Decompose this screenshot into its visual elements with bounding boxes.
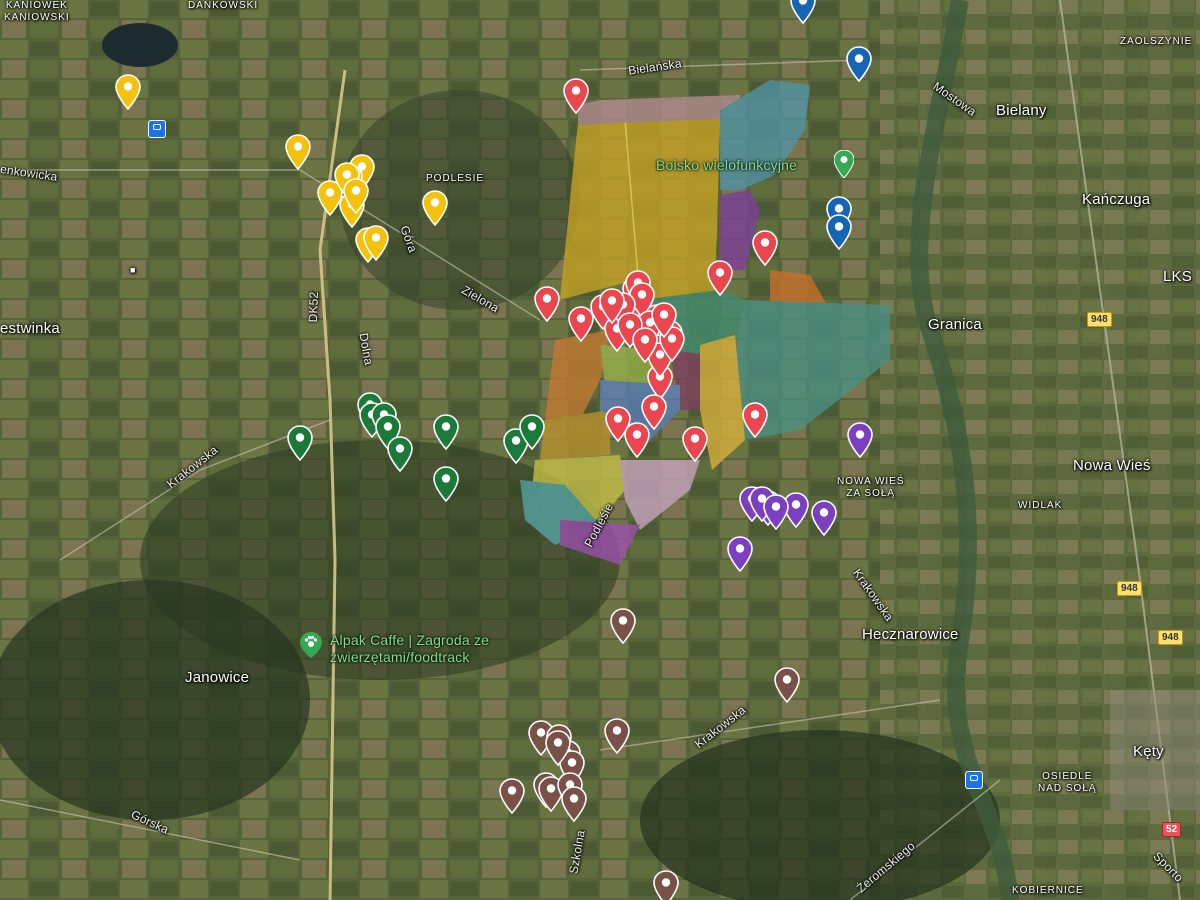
map-pin-icon	[826, 214, 852, 250]
map-pin-icon	[624, 422, 650, 458]
map-pin-icon	[563, 78, 589, 114]
map-pin-icon	[433, 414, 459, 450]
road-shield-948: 948	[1158, 630, 1183, 645]
place-label-widlak: WIDLAK	[1018, 500, 1063, 511]
place-label-kanczuga: Kańczuga	[1082, 191, 1151, 208]
map-pin-icon	[846, 46, 872, 82]
map-marker-purple[interactable]	[811, 500, 837, 536]
map-marker-yellow[interactable]	[422, 190, 448, 226]
map-pin-icon	[742, 402, 768, 438]
place-label-granica: Granica	[928, 316, 982, 333]
map-pin-icon	[499, 778, 525, 814]
map-marker-brown[interactable]	[561, 786, 587, 822]
map-pin-icon	[811, 500, 837, 536]
map-pin-icon	[387, 436, 413, 472]
map-marker-purple[interactable]	[763, 494, 789, 530]
map-pin-icon	[651, 302, 677, 338]
road-shield-948: 948	[1117, 581, 1142, 596]
map-marker-purple[interactable]	[727, 536, 753, 572]
map-pin-icon	[561, 786, 587, 822]
map-pin-icon	[604, 718, 630, 754]
map-pin-icon	[774, 667, 800, 703]
place-label-janowice: Janowice	[185, 669, 250, 686]
map-pin-icon	[727, 536, 753, 572]
map-pin-icon	[115, 74, 141, 110]
place-label-dankowski: DANKOWSKI	[188, 0, 259, 11]
map-marker-blue[interactable]	[846, 46, 872, 82]
map-marker-brown[interactable]	[499, 778, 525, 814]
map-marker-yellow[interactable]	[115, 74, 141, 110]
map-marker-purple[interactable]	[847, 422, 873, 458]
map-marker-red[interactable]	[563, 78, 589, 114]
place-label-kety: Kęty	[1133, 743, 1164, 760]
map-pin-icon	[752, 230, 778, 266]
map-marker-brown[interactable]	[604, 718, 630, 754]
street-label-dk52: DK52	[305, 291, 321, 323]
map-marker-yellow[interactable]	[343, 178, 369, 214]
train-station-icon[interactable]	[148, 120, 166, 138]
place-label-osiedle-nad-sola: OSIEDLE NAD SOŁĄ	[1038, 771, 1097, 794]
map-pin-icon	[285, 134, 311, 170]
map-pin-icon	[343, 178, 369, 214]
place-label-nowa-wies-za-sola: NOWA WIEŚ ZA SOŁĄ	[837, 476, 905, 499]
poi-pin-icon[interactable]	[834, 150, 854, 178]
map-pin-icon	[763, 494, 789, 530]
map-pin-icon	[422, 190, 448, 226]
bus-stop-icon[interactable]: ■	[130, 264, 136, 276]
place-label-kaniowek: KANIÓWEK KANIOWSKI	[4, 0, 70, 23]
map-marker-yellow[interactable]	[285, 134, 311, 170]
map-pin-icon	[790, 0, 816, 24]
map-marker-green[interactable]	[287, 425, 313, 461]
place-label-zaolszynie: ZAOLSZYNIE	[1120, 36, 1193, 47]
map-marker-red[interactable]	[707, 260, 733, 296]
map-pin-icon	[287, 425, 313, 461]
road-shield-948: 948	[1087, 312, 1112, 327]
paw-icon[interactable]	[300, 632, 322, 658]
map-pin-icon	[653, 870, 679, 900]
train-station-icon[interactable]	[965, 771, 983, 789]
poi-label-alpak-caffe[interactable]: Alpak Caffe | Zagroda ze zwierzętami/foo…	[330, 632, 489, 666]
map-marker-red[interactable]	[624, 422, 650, 458]
map-marker-red[interactable]	[682, 426, 708, 462]
map-marker-green[interactable]	[519, 414, 545, 450]
map-marker-yellow[interactable]	[363, 225, 389, 261]
map-marker-red[interactable]	[752, 230, 778, 266]
map-pin-icon	[433, 466, 459, 502]
place-label-podlesie: PODLESIE	[426, 173, 485, 184]
map-marker-red[interactable]	[742, 402, 768, 438]
place-label-nowa-wies: Nowa Wieś	[1073, 457, 1151, 474]
map-marker-green[interactable]	[433, 466, 459, 502]
map-pin-icon	[682, 426, 708, 462]
place-label-hecznarowice: Hecznarowice	[862, 626, 959, 643]
map-marker-blue[interactable]	[790, 0, 816, 24]
map-marker-brown[interactable]	[610, 608, 636, 644]
place-label-pestwinka: estwinka	[0, 320, 60, 337]
map-marker-red[interactable]	[534, 286, 560, 322]
map-canvas[interactable]: KANIÓWEK KANIOWSKI DANKOWSKI ZAOLSZYNIE …	[0, 0, 1200, 900]
place-label-lks: LKS	[1163, 268, 1192, 285]
map-marker-blue[interactable]	[826, 214, 852, 250]
poi-label-boisko[interactable]: Boisko wielofunkcyjne	[656, 157, 797, 173]
map-pin-icon	[847, 422, 873, 458]
map-marker-brown[interactable]	[545, 730, 571, 766]
place-label-kobiernice: KOBIERNICE	[1012, 885, 1084, 896]
map-marker-brown[interactable]	[653, 870, 679, 900]
map-marker-red[interactable]	[651, 302, 677, 338]
map-pin-icon	[519, 414, 545, 450]
map-pin-icon	[707, 260, 733, 296]
map-pin-icon	[610, 608, 636, 644]
place-label-bielany: Bielany	[996, 102, 1047, 119]
map-marker-green[interactable]	[387, 436, 413, 472]
map-pin-icon	[534, 286, 560, 322]
satellite-terrain	[0, 0, 1200, 900]
map-pin-icon	[363, 225, 389, 261]
map-pin-icon	[545, 730, 571, 766]
map-marker-brown[interactable]	[774, 667, 800, 703]
road-shield-52: 52	[1162, 822, 1182, 837]
map-marker-green[interactable]	[433, 414, 459, 450]
